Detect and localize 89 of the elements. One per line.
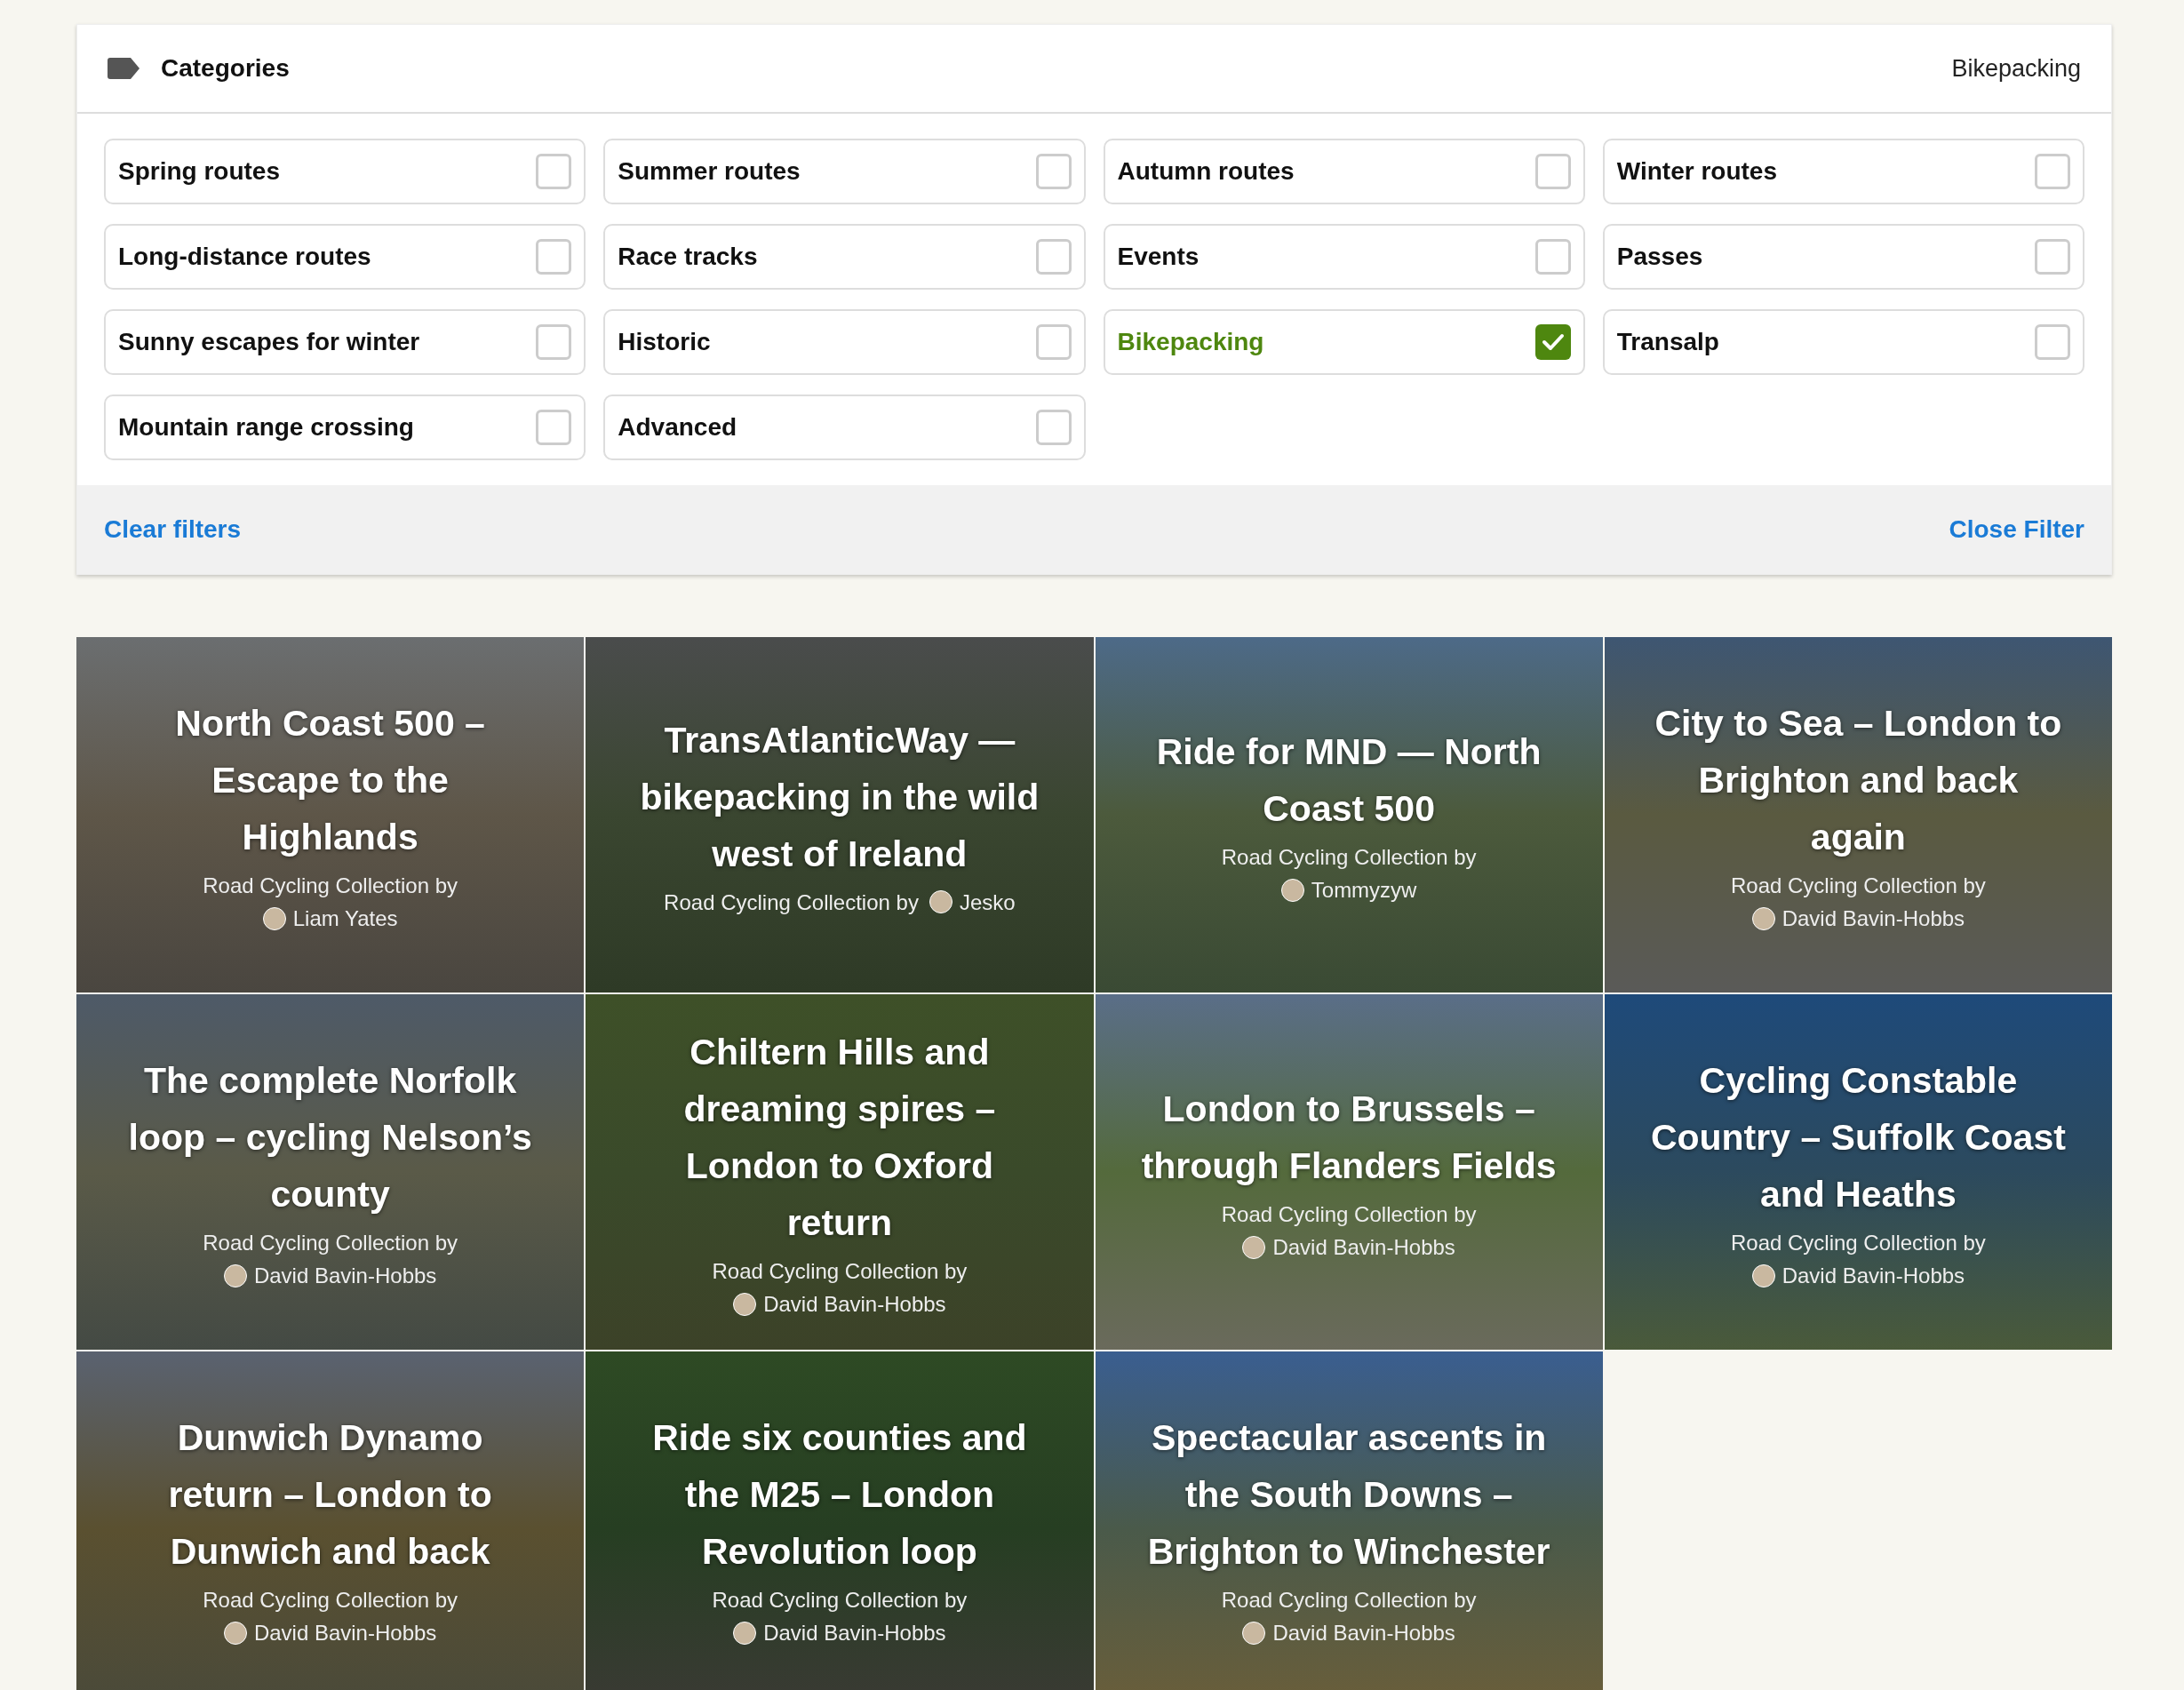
collection-subtitle: Road Cycling Collection by bbox=[712, 1587, 968, 1614]
category-option[interactable]: Summer routes bbox=[603, 139, 1086, 204]
collection-subtitle: Road Cycling Collection by bbox=[712, 1258, 968, 1285]
category-option[interactable]: Events bbox=[1103, 224, 1585, 290]
checkbox[interactable] bbox=[536, 239, 572, 275]
author-name[interactable]: David Bavin-Hobbs bbox=[1272, 1231, 1455, 1264]
checkbox[interactable] bbox=[1035, 239, 1072, 275]
collection-title: Dunwich Dynamo return – London to Dunwich and back bbox=[167, 1416, 493, 1574]
collection-subtitle: Road Cycling Collection by bbox=[1221, 1201, 1477, 1228]
collection-subtitle: Road Cycling Collection by bbox=[1730, 1230, 1986, 1256]
collection-card[interactable]: Ride for MND — North Coast 500 Road Cycling Collection by Tommyzyw bbox=[1095, 637, 1603, 992]
author-name[interactable]: David Bavin-Hobbs bbox=[1781, 1259, 1965, 1292]
collection-title: North Coast 500 – Escape to the Highlands bbox=[174, 702, 486, 859]
category-option[interactable]: Mountain range crossing bbox=[104, 395, 586, 460]
collection-subtitle: Road Cycling Collection by bbox=[1221, 1587, 1477, 1614]
collection-card[interactable]: City to Sea – London to Brighton and back again Road Cycling Collection by David Bavin-Hobbs bbox=[1604, 637, 2112, 992]
category-option[interactable]: Advanced bbox=[603, 395, 1086, 460]
collection-title: City to Sea – London to Brighton and back again bbox=[1654, 702, 2063, 859]
avatar bbox=[929, 890, 953, 913]
author-name[interactable]: Tommyzyw bbox=[1311, 873, 1417, 906]
avatar bbox=[1242, 1621, 1266, 1645]
collection-card[interactable]: Dunwich Dynamo return – London to Dunwich and back Road Cycling Collection by David Bavin-Hobbs bbox=[76, 1351, 585, 1690]
checkbox[interactable] bbox=[1534, 324, 1571, 360]
category-option[interactable]: Bikepacking bbox=[1103, 309, 1585, 375]
category-option[interactable]: Sunny escapes for winter bbox=[104, 309, 586, 375]
collection-subtitle: Road Cycling Collection by bbox=[203, 1587, 458, 1614]
author-name[interactable]: David Bavin-Hobbs bbox=[1781, 902, 1965, 935]
collection-card[interactable]: Spectacular ascents in the South Downs – Brighton to Winchester Road Cycling Collection by David Bavin-Hobbs bbox=[1095, 1351, 1603, 1690]
collection-title: Ride for MND — North Coast 500 bbox=[1155, 730, 1542, 831]
author-name[interactable]: David Bavin-Hobbs bbox=[253, 1259, 437, 1292]
category-option[interactable]: Winter routes bbox=[1602, 139, 2084, 204]
category-option[interactable]: Autumn routes bbox=[1103, 139, 1585, 204]
collection-card[interactable]: Chiltern Hills and dreaming spires – London to Oxford return Road Cycling Collection by David Bavin-Hobbs bbox=[586, 994, 1094, 1350]
author-name[interactable]: David Bavin-Hobbs bbox=[763, 1616, 946, 1649]
collection-card[interactable]: North Coast 500 – Escape to the Highlands Road Cycling Collection by Liam Yates bbox=[76, 637, 585, 992]
collection-title: Ride six counties and the M25 – London Revolution loop bbox=[651, 1416, 1028, 1574]
avatar bbox=[1242, 1235, 1266, 1259]
collection-card[interactable]: London to Brussels – through Flanders Fields Road Cycling Collection by David Bavin-Hobbs bbox=[1095, 994, 1603, 1350]
collection-title: Chiltern Hills and dreaming spires – London to Oxford return bbox=[682, 1031, 997, 1245]
avatar bbox=[262, 906, 286, 930]
collection-title: Cycling Constable Country – Suffolk Coast and Heaths bbox=[1649, 1059, 2067, 1216]
collection-subtitle: Road Cycling Collection by bbox=[203, 873, 458, 899]
avatar bbox=[223, 1264, 247, 1287]
checkbox[interactable] bbox=[2035, 324, 2070, 360]
checkbox[interactable] bbox=[536, 324, 572, 360]
checkbox[interactable] bbox=[1035, 154, 1072, 189]
author-name[interactable]: David Bavin-Hobbs bbox=[253, 1616, 437, 1649]
category-option[interactable]: Long-distance routes bbox=[104, 224, 586, 290]
checkbox[interactable] bbox=[1534, 154, 1571, 189]
avatar bbox=[223, 1621, 247, 1645]
filter-title: Categories bbox=[161, 53, 290, 84]
tag-icon bbox=[108, 58, 139, 79]
selected-summary: Bikepacking bbox=[1951, 53, 2081, 84]
category-option[interactable]: Passes bbox=[1602, 224, 2084, 290]
checkbox[interactable] bbox=[536, 154, 572, 189]
collection-title: Spectacular ascents in the South Downs – Brighton to Winchester bbox=[1146, 1416, 1551, 1574]
avatar bbox=[733, 1621, 757, 1645]
checkbox[interactable] bbox=[1035, 324, 1072, 360]
checkbox[interactable] bbox=[2035, 154, 2070, 189]
checkmark-icon bbox=[1541, 332, 1565, 352]
category-option[interactable]: Historic bbox=[603, 309, 1086, 375]
avatar bbox=[1280, 878, 1304, 902]
author-name[interactable]: Jesko bbox=[959, 885, 1016, 919]
checkbox[interactable] bbox=[536, 410, 572, 445]
collection-subtitle: Road Cycling Collection by bbox=[1730, 873, 1986, 899]
collection-card[interactable]: Cycling Constable Country – Suffolk Coast and Heaths Road Cycling Collection by David Bavin-Hobbs bbox=[1604, 994, 2112, 1350]
checkbox[interactable] bbox=[2035, 239, 2070, 275]
collection-title: TransAtlanticWay — bikepacking in the wild west of Ireland bbox=[639, 718, 1040, 876]
avatar bbox=[1751, 1264, 1775, 1287]
author-name[interactable]: David Bavin-Hobbs bbox=[1272, 1616, 1455, 1649]
author-name[interactable]: Liam Yates bbox=[292, 902, 398, 935]
avatar bbox=[1751, 906, 1775, 930]
collection-card[interactable]: The complete Norfolk loop – cycling Nelson’s county Road Cycling Collection by David Bavin-Hobbs bbox=[76, 994, 585, 1350]
collection-subtitle: Road Cycling Collection by bbox=[664, 889, 919, 916]
category-option[interactable]: Spring routes bbox=[104, 139, 586, 204]
close-filter-link[interactable]: Close Filter bbox=[1949, 511, 2084, 548]
collection-title: The complete Norfolk loop – cycling Nelson’s county bbox=[127, 1059, 533, 1216]
avatar bbox=[733, 1292, 757, 1316]
collection-subtitle: Road Cycling Collection by bbox=[1221, 844, 1477, 871]
collection-subtitle: Road Cycling Collection by bbox=[203, 1230, 458, 1256]
category-option[interactable]: Race tracks bbox=[603, 224, 1086, 290]
collection-card[interactable]: TransAtlanticWay — bikepacking in the wild west of Ireland Road Cycling Collection by Jesko bbox=[586, 637, 1094, 992]
collection-title: London to Brussels – through Flanders Fields bbox=[1140, 1088, 1558, 1188]
checkbox[interactable] bbox=[1035, 410, 1072, 445]
collection-card[interactable]: Ride six counties and the M25 – London Revolution loop Road Cycling Collection by David Bavin-Hobbs bbox=[586, 1351, 1094, 1690]
checkbox[interactable] bbox=[1534, 239, 1571, 275]
clear-filters-link[interactable]: Clear filters bbox=[104, 511, 242, 548]
author-name[interactable]: David Bavin-Hobbs bbox=[763, 1287, 946, 1320]
category-option[interactable]: Transalp bbox=[1602, 309, 2084, 375]
